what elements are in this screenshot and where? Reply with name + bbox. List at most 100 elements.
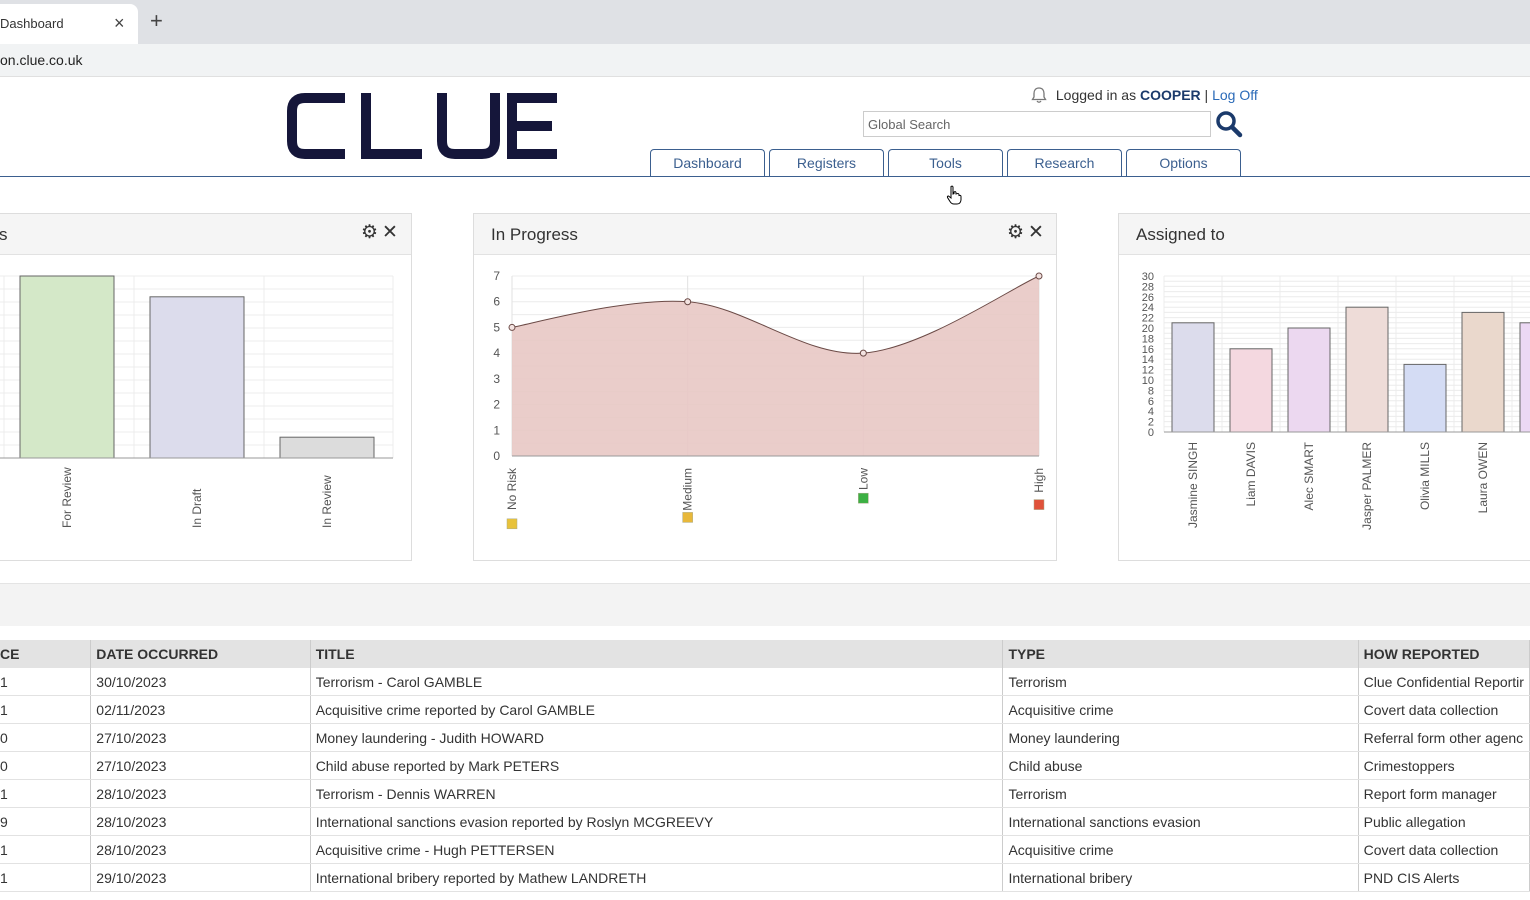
tab-research[interactable]: Research	[1007, 149, 1122, 176]
table-row[interactable]: 9 28/10/2023 International sanctions evasi…	[0, 807, 1530, 836]
bar	[279, 436, 375, 459]
y-tick-label: 24	[1142, 302, 1154, 314]
toolbar-strip	[0, 583, 1530, 626]
column-header-how-reported[interactable]: HOW REPORTED	[1358, 640, 1530, 668]
login-status: Logged in as COOPER | Log Off	[1030, 86, 1258, 104]
status-widget-title: s	[0, 225, 8, 244]
table-row[interactable]: 0 27/10/2023 Money laundering - Judith HOW…	[0, 723, 1530, 752]
bell-icon[interactable]	[1030, 86, 1048, 104]
x-tick-label: Jasmine SINGH	[1186, 442, 1200, 528]
log-off-link[interactable]: Log Off	[1212, 87, 1258, 103]
y-tick-label: 0	[1148, 427, 1154, 439]
tab-options[interactable]: Options	[1126, 149, 1241, 176]
y-tick-label: 4	[493, 346, 500, 360]
cell-how-reported: Report form manager	[1358, 779, 1530, 808]
column-header-type[interactable]: TYPE	[1002, 640, 1359, 668]
cell-title: International bribery reported by Mathew…	[310, 863, 1004, 892]
hand-cursor-icon	[946, 185, 962, 205]
gear-icon[interactable]: ⚙	[1007, 221, 1024, 244]
global-search-input[interactable]	[863, 111, 1211, 137]
y-tick-label: 20	[1142, 323, 1154, 335]
data-point	[684, 298, 692, 306]
x-tick-label: Olivia MILLS	[1418, 442, 1432, 510]
logged-in-label: Logged in as	[1055, 87, 1137, 103]
y-tick-label: 1	[493, 423, 500, 437]
risk-color-marker	[858, 492, 869, 504]
risk-color-marker	[682, 512, 693, 523]
x-tick-label: High	[1032, 468, 1046, 493]
cell-type: Acquisitive crime	[1002, 695, 1359, 724]
cell-title: Terrorism - Carol GAMBLE	[310, 668, 1004, 696]
cell-title: Money laundering - Judith HOWARD	[310, 723, 1004, 752]
table-row[interactable]: 1 30/10/2023 Terrorism - Carol GAMBLE Terro…	[0, 668, 1530, 696]
browser-tab[interactable]: Dashboard ×	[0, 4, 138, 44]
cell-date: 28/10/2023	[90, 807, 311, 836]
cell-type: International sanctions evasion	[1002, 807, 1359, 836]
cell-date: 28/10/2023	[90, 779, 311, 808]
close-icon[interactable]: ✕	[1028, 221, 1044, 244]
cell-reference: 0	[0, 751, 92, 780]
y-tick-label: 22	[1142, 313, 1154, 325]
y-tick-label: 2	[493, 398, 500, 412]
y-tick-label: 5	[493, 320, 500, 334]
in-progress-widget: In Progress ⚙ ✕ 0 1 2 3 4 5 6 7 No Risk Medium Low…	[473, 213, 1057, 561]
table-row[interactable]: 1 28/10/2023 Terrorism - Dennis WARREN Terr…	[0, 779, 1530, 808]
cell-type: Acquisitive crime	[1002, 835, 1359, 864]
x-tick-label: Laura OWEN	[1476, 442, 1490, 513]
bar	[1287, 327, 1331, 433]
cell-how-reported: Covert data collection	[1358, 835, 1530, 864]
y-tick-label: 6	[1148, 396, 1154, 408]
y-tick-label: 14	[1142, 354, 1154, 366]
assigned-bar-chart: 024681012141618202224262830Jasmine SINGH…	[1142, 271, 1530, 530]
tab-tools[interactable]: Tools	[888, 149, 1003, 176]
assigned-widget-title: Assigned to	[1136, 225, 1225, 244]
cell-type: Child abuse	[1002, 751, 1359, 780]
browser-tab-bar: Dashboard × +	[0, 0, 1530, 44]
cell-how-reported: Referral form other agenc	[1358, 723, 1530, 752]
gear-icon[interactable]: ⚙	[361, 221, 378, 244]
status-bar-chart: For Review In Draft In Review	[0, 275, 394, 528]
y-tick-label: 26	[1142, 292, 1154, 304]
x-tick-label: Liam DAVIS	[1244, 442, 1258, 506]
y-tick-label: 12	[1142, 365, 1154, 377]
tab-dashboard[interactable]: Dashboard	[650, 149, 765, 176]
x-tick-label: Medium	[681, 468, 695, 511]
search-icon[interactable]	[1215, 110, 1243, 138]
bar	[1403, 363, 1447, 433]
column-header-reference[interactable]: CE	[0, 640, 92, 668]
cell-how-reported: Covert data collection	[1358, 695, 1530, 724]
table-row[interactable]: 1 02/11/2023 Acquisitive crime reported by…	[0, 695, 1530, 724]
data-point	[508, 323, 516, 331]
url-text[interactable]: on.clue.co.uk	[0, 52, 83, 68]
close-tab-icon[interactable]: ×	[114, 13, 125, 34]
cell-reference: 1	[0, 695, 92, 724]
address-bar[interactable]: on.clue.co.uk	[0, 44, 1530, 77]
x-tick-label: For Review	[60, 467, 74, 528]
cell-title: International sanctions evasion reported…	[310, 807, 1004, 836]
cell-date: 29/10/2023	[90, 863, 311, 892]
bar	[149, 296, 245, 459]
cell-date: 30/10/2023	[90, 668, 311, 696]
bar	[19, 275, 115, 459]
table-row[interactable]: 1 29/10/2023 International bribery reporte…	[0, 863, 1530, 892]
status-widget: s ⚙ ✕ For Review In Draft In Review	[0, 213, 412, 561]
clue-logo	[287, 93, 557, 159]
bar	[1519, 322, 1530, 433]
records-table: CE DATE OCCURRED TITLE TYPE HOW REPORTED…	[0, 640, 1530, 892]
column-header-date[interactable]: DATE OCCURRED	[90, 640, 311, 668]
y-tick-label: 10	[1142, 375, 1154, 387]
browser-tab-title: Dashboard	[0, 16, 64, 31]
close-icon[interactable]: ✕	[382, 221, 398, 244]
tab-registers[interactable]: Registers	[769, 149, 884, 176]
y-tick-label: 7	[493, 269, 500, 283]
table-row[interactable]: 0 27/10/2023 Child abuse reported by Mark …	[0, 751, 1530, 780]
y-tick-label: 6	[493, 295, 500, 309]
new-tab-icon[interactable]: +	[150, 8, 163, 34]
status-widget-header: s ⚙ ✕	[0, 214, 411, 255]
column-header-title[interactable]: TITLE	[310, 640, 1004, 668]
x-tick-label: Low	[856, 468, 870, 490]
cell-date: 28/10/2023	[90, 835, 311, 864]
cell-title: Acquisitive crime reported by Carol GAMB…	[310, 695, 1004, 724]
table-row[interactable]: 1 28/10/2023 Acquisitive crime - Hugh PETT…	[0, 835, 1530, 864]
data-point	[859, 349, 867, 357]
